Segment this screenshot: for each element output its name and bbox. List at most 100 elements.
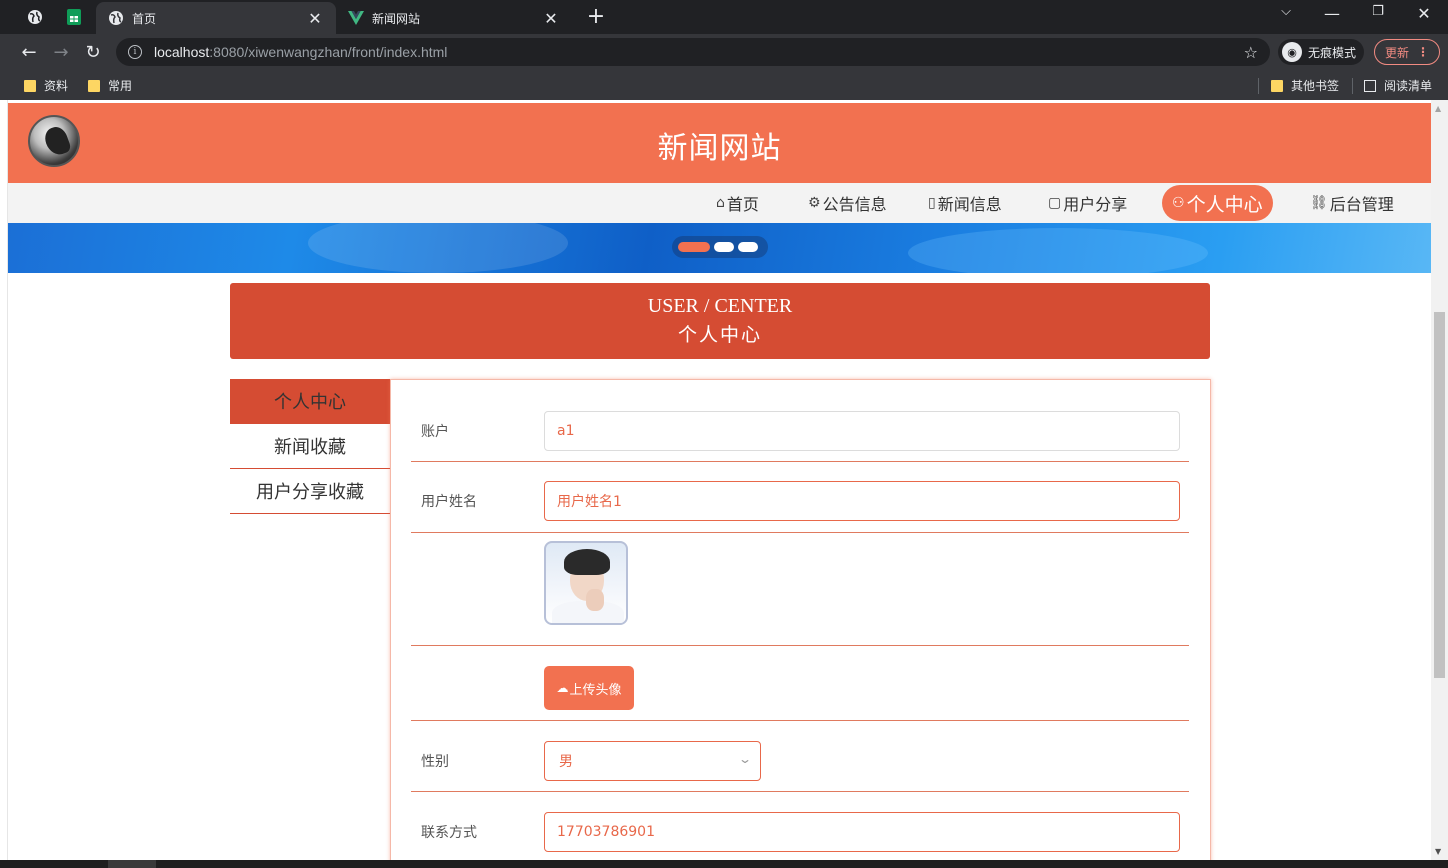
- chevron-down-icon: ⌄: [737, 752, 753, 766]
- new-tab-button[interactable]: +: [584, 4, 608, 29]
- folder-icon: [24, 79, 36, 92]
- carousel-dot-2[interactable]: [714, 242, 734, 252]
- scroll-up-icon[interactable]: ▲: [1435, 104, 1441, 113]
- side-item-share-favorites[interactable]: 用户分享收藏: [230, 469, 390, 514]
- reading-list-button[interactable]: 阅读清单: [1364, 77, 1432, 94]
- user-center-header: USER / CENTER 个人中心: [230, 283, 1210, 359]
- nav-item-share[interactable]: ▢ 用户分享: [1048, 190, 1127, 216]
- gender-value: 男: [559, 754, 573, 770]
- tab-news-site[interactable]: 新闻网站 ✕: [336, 2, 572, 34]
- nav-label: 公告信息: [822, 195, 887, 214]
- browser-toolbar: ← → ↻ i localhost:8080/xiwenwangzhan/fro…: [0, 34, 1448, 70]
- site-info-icon[interactable]: i: [128, 45, 142, 59]
- nav-item-announcement[interactable]: ⚙ 公告信息: [808, 190, 887, 216]
- nav-item-admin[interactable]: ⛓ 后台管理: [1310, 190, 1394, 216]
- nav-label: 新闻信息: [937, 195, 1002, 214]
- user-center-title-cn: 个人中心: [677, 324, 762, 346]
- vue-icon: [348, 11, 364, 25]
- profile-form: 账户 a1 用户姓名 用户姓名1 ☁ 上传头像 性别 男 ⌄ 联系方式 1770…: [390, 379, 1211, 860]
- avatar[interactable]: [544, 541, 628, 625]
- folder-icon: [1271, 79, 1283, 92]
- back-arrow-icon[interactable]: ←: [16, 39, 42, 65]
- user-side-menu: 个人中心 新闻收藏 用户分享收藏: [230, 379, 390, 514]
- url-text: localhost:8080/xiwenwangzhan/front/index…: [154, 44, 448, 60]
- form-row-phone: 联系方式 17703786901: [411, 792, 1189, 860]
- update-label: 更新: [1385, 45, 1410, 60]
- incognito-indicator[interactable]: ◉ 无痕模式: [1278, 39, 1365, 65]
- bookmark-star-icon[interactable]: ☆: [1244, 43, 1258, 62]
- phone-field[interactable]: 17703786901: [544, 812, 1180, 852]
- announcement-icon: ⚙: [808, 195, 821, 211]
- bookmark-folder-ziliao[interactable]: 资料: [24, 77, 68, 94]
- bookmark-label: 资料: [44, 79, 69, 93]
- upload-label: 上传头像: [569, 682, 622, 698]
- bookmark-folder-changyong[interactable]: 常用: [88, 77, 132, 94]
- nav-item-home[interactable]: ⌂ 首页: [716, 190, 759, 216]
- scroll-down-icon[interactable]: ▼: [1435, 847, 1441, 856]
- account-field[interactable]: a1: [544, 411, 1180, 451]
- address-bar[interactable]: i localhost:8080/xiwenwangzhan/front/ind…: [116, 38, 1270, 66]
- more-vert-icon: ⋮: [1417, 45, 1430, 59]
- folder-icon: [88, 79, 100, 92]
- bookmark-label: 常用: [108, 79, 133, 93]
- globe-icon: [109, 11, 123, 25]
- left-edge: [0, 100, 8, 860]
- globe-tab-icon[interactable]: [24, 6, 46, 28]
- banner-decoration: [908, 228, 1208, 273]
- tab-home[interactable]: 首页 ✕: [96, 2, 336, 34]
- nav-item-news[interactable]: ▯ 新闻信息: [928, 190, 1002, 216]
- home-icon: ⌂: [716, 195, 725, 211]
- bookmark-label: 阅读清单: [1384, 79, 1433, 93]
- site-header: 新闻网站: [8, 103, 1431, 183]
- nav-label: 个人中心: [1186, 193, 1263, 216]
- nav-label: 用户分享: [1063, 195, 1128, 214]
- os-taskbar: [0, 860, 1448, 868]
- avatar-hand: [586, 589, 604, 611]
- main-nav: ⌂ 首页 ⚙ 公告信息 ▯ 新闻信息 ▢ 用户分享 ⚇ 个人中心 ⛓ 后台管理: [8, 183, 1431, 223]
- tab-title: 首页: [132, 11, 157, 26]
- carousel-banner[interactable]: [8, 223, 1431, 273]
- side-item-news-favorites[interactable]: 新闻收藏: [230, 424, 390, 469]
- minimize-button[interactable]: —: [1312, 4, 1352, 23]
- account-label: 账户: [421, 424, 449, 440]
- user-center-title-en: USER / CENTER: [647, 295, 793, 317]
- upload-avatar-button[interactable]: ☁ 上传头像: [544, 666, 634, 710]
- close-icon[interactable]: ✕: [542, 9, 560, 28]
- bookmark-separator: [1352, 78, 1353, 94]
- taskbar-app[interactable]: [108, 860, 156, 868]
- user-icon: ⚇: [1172, 195, 1185, 211]
- tab-search-chevron-icon[interactable]: ⌵: [1266, 4, 1306, 19]
- tab-title: 新闻网站: [372, 11, 421, 26]
- gender-select[interactable]: 男 ⌄: [544, 741, 761, 781]
- bookmark-separator: [1258, 78, 1259, 94]
- phone-label: 联系方式: [421, 825, 477, 841]
- incognito-icon: ◉: [1282, 42, 1302, 62]
- name-field[interactable]: 用户姓名1: [544, 481, 1180, 521]
- form-row-gender: 性别 男 ⌄: [411, 721, 1189, 792]
- form-row-avatar: [411, 533, 1189, 646]
- update-button[interactable]: 更新 ⋮: [1374, 39, 1440, 65]
- form-row-name: 用户姓名 用户姓名1: [411, 462, 1189, 533]
- nav-label: 后台管理: [1329, 195, 1394, 214]
- cloud-upload-icon: ☁: [556, 681, 569, 695]
- browser-tab-bar: 首页 ✕ 新闻网站 ✕ + ⌵ — ❐ ✕: [0, 0, 1448, 34]
- carousel-dot-3[interactable]: [738, 242, 758, 252]
- nav-item-user-center[interactable]: ⚇ 个人中心: [1162, 185, 1273, 221]
- bookmark-folder-other[interactable]: 其他书签: [1271, 77, 1339, 94]
- forward-arrow-icon[interactable]: →: [48, 39, 74, 65]
- incognito-label: 无痕模式: [1308, 45, 1357, 60]
- restore-button[interactable]: ❐: [1358, 4, 1398, 19]
- banner-decoration: [308, 223, 568, 273]
- page-scrollbar[interactable]: ▲ ▼: [1431, 100, 1448, 860]
- side-item-profile[interactable]: 个人中心: [230, 379, 390, 424]
- scrollbar-thumb[interactable]: [1434, 312, 1445, 678]
- carousel-dot-1[interactable]: [678, 242, 710, 252]
- avatar-hair: [564, 549, 610, 575]
- form-row-account: 账户 a1: [411, 380, 1189, 462]
- close-icon[interactable]: ✕: [306, 9, 324, 28]
- window-close-button[interactable]: ✕: [1404, 4, 1444, 23]
- reading-list-icon: [1364, 79, 1376, 92]
- reload-icon[interactable]: ↻: [80, 39, 106, 65]
- bookmark-label: 其他书签: [1291, 79, 1340, 93]
- sheets-tab-icon[interactable]: [63, 6, 85, 28]
